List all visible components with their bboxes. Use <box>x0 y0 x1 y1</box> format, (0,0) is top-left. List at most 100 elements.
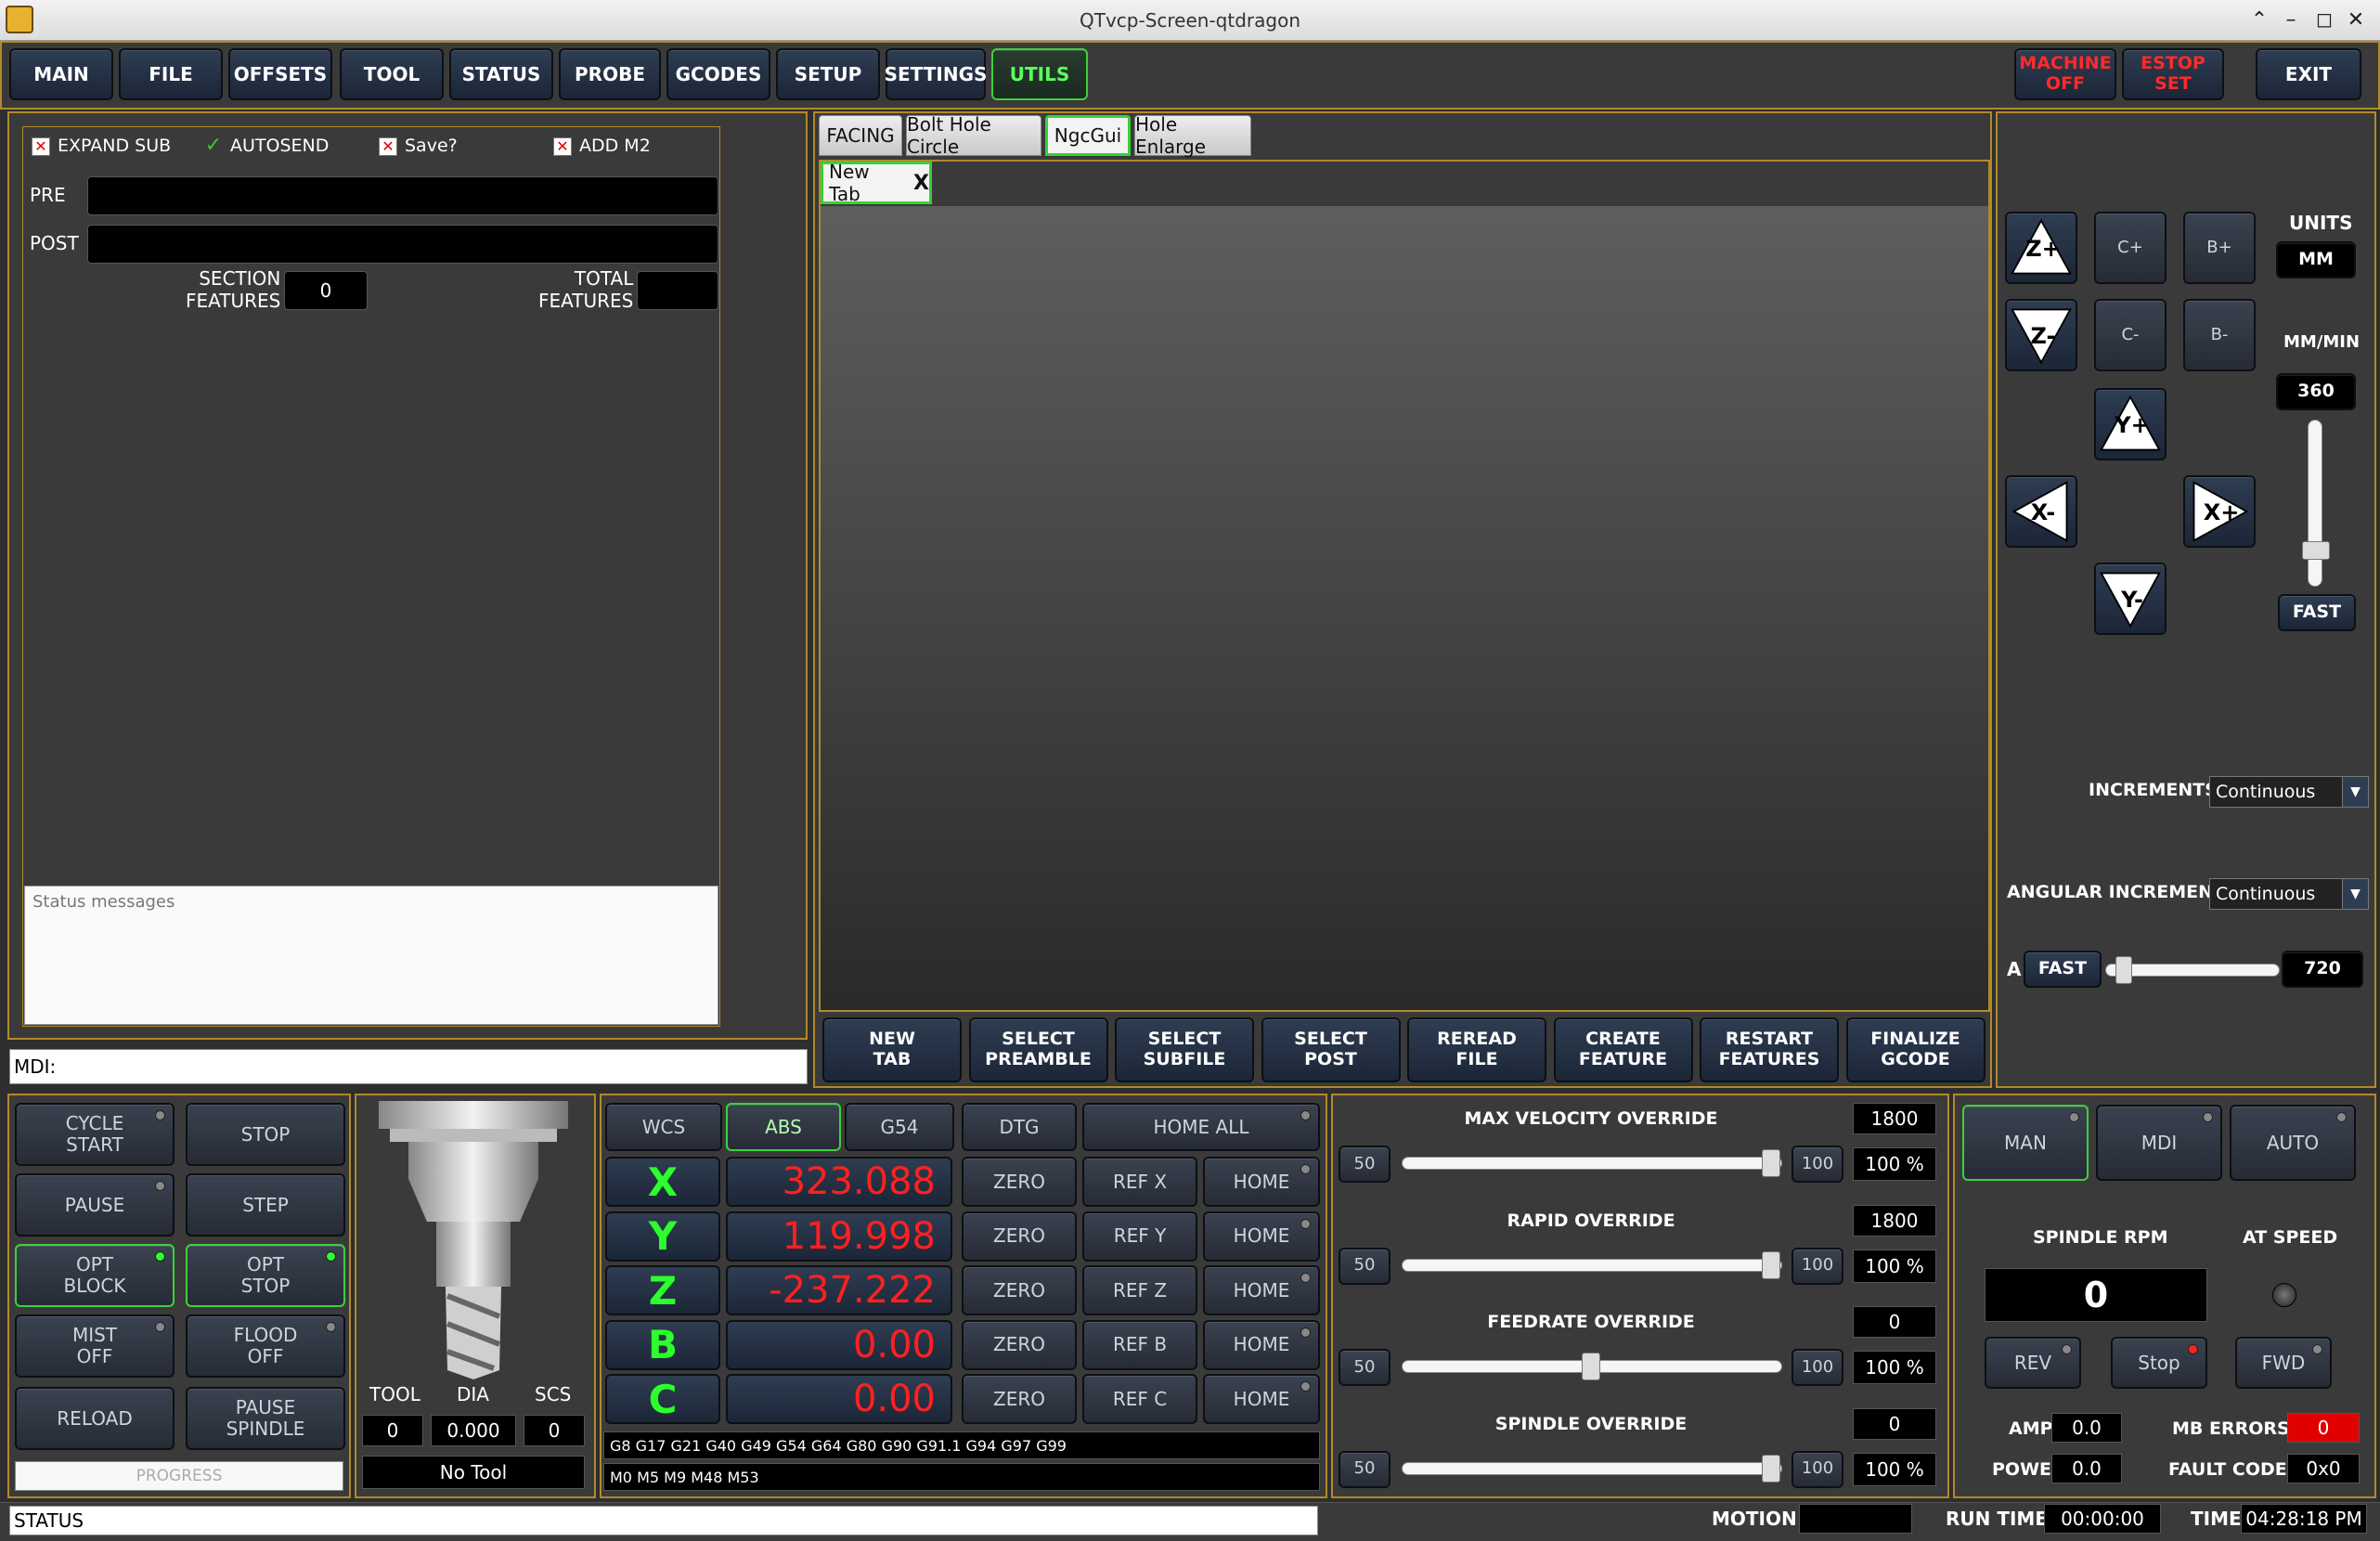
zero-c-button[interactable]: ZERO <box>962 1374 1077 1424</box>
nav-main-button[interactable]: MAIN <box>9 48 113 100</box>
ref-z-button[interactable]: REF Z <box>1082 1265 1197 1315</box>
jog-c-plus-button[interactable]: C+ <box>2094 212 2167 284</box>
override-slider-handle[interactable] <box>1762 1149 1780 1177</box>
axis-z-label[interactable]: Z <box>605 1265 720 1315</box>
dro-wcs-button[interactable]: WCS <box>605 1103 722 1151</box>
jog-z-minus-button[interactable]: Z- <box>2005 299 2077 371</box>
nav-gcodes-button[interactable]: GCODES <box>666 48 770 100</box>
subtab-close-icon[interactable]: X <box>913 172 929 195</box>
units-button[interactable]: MM <box>2276 241 2356 278</box>
close-icon[interactable]: ✕ <box>2341 6 2371 35</box>
ngc-select-post-button[interactable]: SELECT POST <box>1261 1017 1401 1082</box>
ref-c-button[interactable]: REF C <box>1082 1374 1197 1424</box>
override-min-button[interactable]: 50 <box>1339 1146 1390 1183</box>
jog-x-minus-button[interactable]: X- <box>2005 475 2077 548</box>
jog-b-minus-button[interactable]: B- <box>2183 299 2256 371</box>
override-max-button[interactable]: 100 <box>1791 1247 1843 1285</box>
override-min-button[interactable]: 50 <box>1339 1349 1390 1386</box>
axis-y-label[interactable]: Y <box>605 1211 720 1262</box>
nav-file-button[interactable]: FILE <box>119 48 223 100</box>
opt-stop-button[interactable]: OPT STOP <box>186 1244 345 1307</box>
jog-y-plus-button[interactable]: Y+ <box>2094 388 2167 460</box>
pause-button[interactable]: PAUSE <box>15 1173 175 1237</box>
increments-select[interactable]: Continuous ▼ <box>2209 776 2369 808</box>
mode-auto-button[interactable]: AUTO <box>2230 1105 2356 1181</box>
maximize-icon[interactable]: ◻ <box>2309 6 2339 35</box>
x-checkbox-icon[interactable]: ✕ <box>32 137 50 156</box>
reload-button[interactable]: RELOAD <box>15 1387 175 1450</box>
ref-x-button[interactable]: REF X <box>1082 1157 1197 1207</box>
override-min-button[interactable]: 50 <box>1339 1450 1390 1488</box>
override-slider-handle[interactable] <box>1582 1353 1600 1380</box>
tab-ngcgui[interactable]: NgcGui <box>1045 115 1131 156</box>
minimize-icon[interactable]: – <box>2276 6 2306 35</box>
spindle-fwd-button[interactable]: FWD <box>2235 1337 2332 1389</box>
home-y-button[interactable]: HOME <box>1203 1211 1320 1262</box>
chevron-up-icon[interactable]: ⌃ <box>2244 6 2274 35</box>
tab-bolt-hole-circle[interactable]: Bolt Hole Circle <box>906 113 1041 158</box>
ngc-select-subfile-button[interactable]: SELECT SUBFILE <box>1115 1017 1254 1082</box>
nav-setup-button[interactable]: SETUP <box>776 48 880 100</box>
ngc-restart-features-button[interactable]: RESTART FEATURES <box>1700 1017 1839 1082</box>
override-slider[interactable] <box>1402 1258 1782 1272</box>
a-rate-slider-handle[interactable] <box>2115 956 2132 984</box>
ngc-select-preamble-button[interactable]: SELECT PREAMBLE <box>968 1017 1108 1082</box>
dro-g54-button[interactable]: G54 <box>845 1103 954 1151</box>
home-z-button[interactable]: HOME <box>1203 1265 1320 1315</box>
nav-settings-button[interactable]: SETTINGS <box>885 48 987 100</box>
pre-input[interactable] <box>87 176 718 215</box>
a-fast-button[interactable]: FAST <box>2024 951 2102 988</box>
flood-button[interactable]: FLOOD OFF <box>186 1314 345 1378</box>
jog-c-minus-button[interactable]: C- <box>2094 299 2167 371</box>
mode-man-button[interactable]: MAN <box>1962 1105 2089 1181</box>
machine-off-button[interactable]: MACHINE OFF <box>2014 48 2116 100</box>
axis-b-label[interactable]: B <box>605 1319 720 1370</box>
checkmark-icon[interactable]: ✓ <box>204 136 223 156</box>
dro-home-all-button[interactable]: HOME ALL <box>1082 1103 1320 1151</box>
ngc-new-tab-button[interactable]: NEW TAB <box>822 1017 962 1082</box>
subtab-new-tab[interactable]: New Tab X <box>821 161 932 205</box>
jog-rate-slider[interactable] <box>2308 420 2322 587</box>
zero-z-button[interactable]: ZERO <box>962 1265 1077 1315</box>
opt-block-button[interactable]: OPT BLOCK <box>15 1244 175 1307</box>
post-input[interactable] <box>87 225 718 264</box>
nav-tool-button[interactable]: TOOL <box>340 48 444 100</box>
ngc-create-feature-button[interactable]: CREATE FEATURE <box>1553 1017 1693 1082</box>
nav-utils-button[interactable]: UTILS <box>991 48 1088 100</box>
override-max-button[interactable]: 100 <box>1791 1349 1843 1386</box>
nav-offsets-button[interactable]: OFFSETS <box>228 48 332 100</box>
dro-dtg-button[interactable]: DTG <box>962 1103 1077 1151</box>
axis-x-label[interactable]: X <box>605 1157 720 1207</box>
nav-status-button[interactable]: STATUS <box>449 48 553 100</box>
override-max-button[interactable]: 100 <box>1791 1450 1843 1488</box>
tab-facing[interactable]: FACING <box>819 115 902 156</box>
mist-button[interactable]: MIST OFF <box>15 1314 175 1378</box>
estop-button[interactable]: ESTOP SET <box>2122 48 2224 100</box>
jog-z-plus-button[interactable]: Z+ <box>2005 212 2077 284</box>
ref-b-button[interactable]: REF B <box>1082 1319 1197 1370</box>
jog-x-plus-button[interactable]: X+ <box>2183 475 2256 548</box>
home-x-button[interactable]: HOME <box>1203 1157 1320 1207</box>
angular-increment-select[interactable]: Continuous ▼ <box>2209 878 2369 910</box>
jog-b-plus-button[interactable]: B+ <box>2183 212 2256 284</box>
override-slider[interactable] <box>1402 1461 1782 1475</box>
override-slider[interactable] <box>1402 1157 1782 1170</box>
x-checkbox-icon[interactable]: ✕ <box>379 137 397 156</box>
pause-spindle-button[interactable]: PAUSE SPINDLE <box>186 1387 345 1450</box>
override-min-button[interactable]: 50 <box>1339 1247 1390 1285</box>
dro-abs-button[interactable]: ABS <box>726 1103 841 1151</box>
nav-probe-button[interactable]: PROBE <box>559 48 661 100</box>
zero-x-button[interactable]: ZERO <box>962 1157 1077 1207</box>
home-b-button[interactable]: HOME <box>1203 1319 1320 1370</box>
step-button[interactable]: STEP <box>186 1173 345 1237</box>
mode-mdi-button[interactable]: MDI <box>2096 1105 2222 1181</box>
ref-y-button[interactable]: REF Y <box>1082 1211 1197 1262</box>
jog-y-minus-button[interactable]: Y- <box>2094 563 2167 635</box>
spindle-stop-button[interactable]: Stop <box>2111 1337 2207 1389</box>
override-max-button[interactable]: 100 <box>1791 1146 1843 1183</box>
jog-rate-slider-handle[interactable] <box>2302 541 2330 561</box>
tab-hole-enlarge[interactable]: Hole Enlarge <box>1134 113 1251 158</box>
override-slider-handle[interactable] <box>1762 1454 1780 1483</box>
cycle-start-button[interactable]: CYCLE START <box>15 1103 175 1166</box>
ngc-reread-file-button[interactable]: REREAD FILE <box>1407 1017 1546 1082</box>
